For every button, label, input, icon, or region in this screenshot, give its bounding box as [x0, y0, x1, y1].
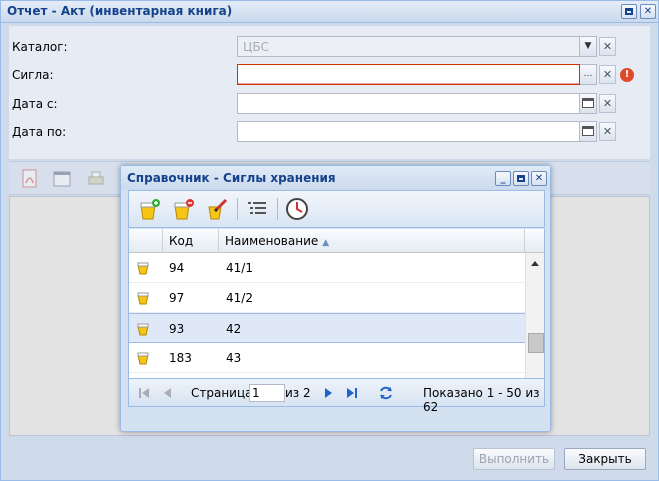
date-to-calendar-trigger[interactable]	[580, 121, 597, 142]
page-count-label: из 2	[285, 386, 311, 400]
dialog-close-button[interactable]: ✕	[531, 171, 547, 186]
date-from-label: Дата с:	[12, 97, 58, 111]
date-to-clear-button[interactable]: ✕	[599, 122, 616, 141]
date-from-calendar-trigger[interactable]	[580, 93, 597, 114]
row-code: 93	[169, 322, 185, 336]
toolbar-separator	[237, 198, 238, 220]
sigla-grid: Код Наименование ▲ 94 41/1 97 41/2 93 42 …	[128, 229, 545, 379]
prev-page-icon[interactable]	[161, 386, 175, 400]
remove-item-icon[interactable]	[171, 197, 195, 221]
scrollbar-thumb[interactable]	[528, 333, 544, 353]
chevron-down-icon: ▼	[584, 41, 592, 51]
window-footer	[1, 438, 658, 480]
minimize-icon: _	[500, 173, 506, 184]
last-page-icon[interactable]	[345, 386, 359, 400]
dialog-toolbar	[128, 190, 545, 228]
date-to-field[interactable]	[237, 121, 580, 142]
table-row[interactable]: 93 42	[129, 313, 526, 343]
row-name: 43	[226, 351, 242, 365]
catalog-label: Каталог:	[12, 40, 68, 54]
code-column-header[interactable]: Код	[163, 229, 219, 253]
row-code: 97	[169, 291, 185, 305]
grid-pager: Страница 1 из 2 Показано 1 - 50 из 62	[128, 379, 545, 414]
row-name: 41/2	[226, 291, 253, 305]
window-title: Отчет - Акт (инвентарная книга)	[7, 4, 233, 18]
table-row[interactable]: 94 41/1	[129, 253, 526, 283]
execute-button[interactable]: Выполнить	[473, 448, 555, 470]
toolbar-separator	[277, 198, 278, 220]
name-column-label: Наименование	[225, 234, 319, 248]
window-header: Отчет - Акт (инвентарная книга) ✕	[1, 1, 658, 23]
table-row[interactable]: 97 41/2	[129, 283, 526, 313]
sigla-icon	[137, 262, 149, 275]
name-column-header[interactable]: Наименование ▲	[219, 229, 525, 253]
calendar-icon	[582, 98, 594, 108]
error-icon: !	[620, 68, 634, 82]
date-from-field[interactable]	[237, 93, 580, 114]
list-icon[interactable]	[245, 197, 269, 221]
sigla-icon	[137, 323, 149, 336]
maximize-icon	[625, 8, 633, 15]
sigla-lookup-trigger[interactable]: …	[580, 64, 597, 85]
date-from-clear-button[interactable]: ✕	[599, 94, 616, 113]
catalog-clear-button[interactable]: ✕	[599, 37, 616, 56]
dialog-header: Справочник - Сиглы хранения _ ✕	[121, 166, 550, 190]
sigla-field[interactable]	[237, 64, 580, 85]
catalog-dropdown-trigger[interactable]: ▼	[580, 36, 597, 57]
minimize-button[interactable]: _	[495, 171, 511, 186]
icon-column-header	[129, 229, 163, 253]
pdf-icon[interactable]	[21, 169, 39, 189]
maximize-button[interactable]	[621, 4, 637, 19]
dialog-maximize-button[interactable]	[513, 171, 529, 186]
close-window-button[interactable]: ✕	[640, 4, 656, 19]
date-to-label: Дата по:	[12, 125, 67, 139]
row-name: 42	[226, 322, 242, 336]
sigla-reference-dialog: Справочник - Сиглы хранения _ ✕ Код Наим…	[120, 165, 551, 432]
row-code: 94	[169, 261, 185, 275]
page-number-input[interactable]: 1	[249, 384, 285, 402]
history-clock-icon[interactable]	[285, 197, 309, 221]
table-row[interactable]: 183 43	[129, 343, 526, 373]
page-label: Страница	[191, 386, 253, 400]
calendar-icon	[582, 126, 594, 136]
window-icon[interactable]	[53, 169, 71, 189]
grid-header: Код Наименование ▲	[129, 229, 544, 253]
catalog-field[interactable]: ЦБС	[237, 36, 580, 57]
grid-scrollbar[interactable]	[525, 253, 544, 378]
row-code: 183	[169, 351, 192, 365]
dialog-footer	[121, 407, 550, 431]
edit-item-icon[interactable]	[205, 197, 229, 221]
sigla-label: Сигла:	[12, 68, 54, 82]
refresh-icon[interactable]	[378, 385, 394, 401]
first-page-icon[interactable]	[137, 386, 151, 400]
print-icon[interactable]	[87, 169, 105, 189]
add-item-icon[interactable]	[137, 197, 161, 221]
maximize-icon	[517, 175, 525, 182]
sigla-clear-button[interactable]: ✕	[599, 65, 616, 84]
sigla-icon	[137, 352, 149, 365]
sort-ascending-icon: ▲	[322, 238, 330, 248]
next-page-icon[interactable]	[321, 386, 335, 400]
scroll-up-icon[interactable]	[531, 261, 539, 266]
close-button[interactable]: Закрыть	[564, 448, 646, 470]
sigla-icon	[137, 292, 149, 305]
dialog-title: Справочник - Сиглы хранения	[127, 171, 336, 185]
ellipsis-icon: …	[583, 69, 593, 79]
row-name: 41/1	[226, 261, 253, 275]
